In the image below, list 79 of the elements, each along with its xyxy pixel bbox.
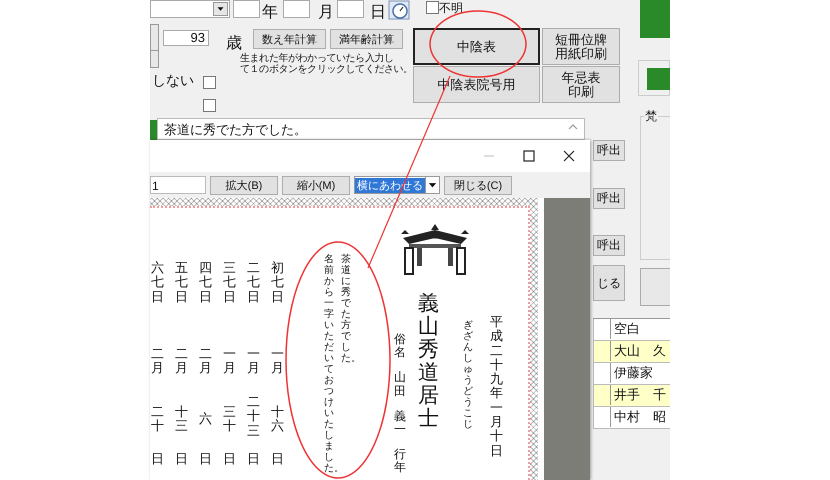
option-label: しない xyxy=(152,72,194,90)
side-button[interactable] xyxy=(150,50,159,68)
list-row[interactable]: 空白 xyxy=(593,319,670,341)
zoom-button[interactable]: 縮小(M) xyxy=(282,176,350,194)
date-field[interactable] xyxy=(283,0,310,18)
memorial-month-text: 二月 xyxy=(151,348,164,377)
print-button[interactable]: 短冊位牌 用紙印刷 xyxy=(542,28,620,65)
memorial-date-text: 六 xyxy=(199,413,212,428)
memorial-day-suffix: 日 xyxy=(271,453,284,468)
memorial-day-suffix: 日 xyxy=(223,453,236,468)
name-cell: 中村 昭 xyxy=(610,407,670,427)
reading-text: ぎざんしゅうどうこじ xyxy=(463,320,473,430)
name-cell: 伊藤家 xyxy=(610,363,670,383)
print-button[interactable]: 年忌表 印刷 xyxy=(542,66,620,103)
age-calc-button[interactable]: 数え年計算 xyxy=(253,29,326,49)
close-icon[interactable] xyxy=(563,150,575,162)
zoom-button[interactable]: 拡大(B) xyxy=(210,176,278,194)
call-button[interactable]: 呼出 xyxy=(593,140,625,161)
secular-name-text: 俗名 xyxy=(394,333,406,360)
date-field[interactable] xyxy=(233,0,260,18)
memorial-day-label: 二七日 xyxy=(247,262,260,305)
call-button[interactable]: 呼出 xyxy=(593,235,625,256)
memorial-day-label: 初七日 xyxy=(271,262,284,305)
list-row[interactable]: 大山 久 xyxy=(593,341,670,363)
memorial-day-suffix: 日 xyxy=(175,453,188,468)
option-checkbox[interactable] xyxy=(203,99,216,112)
secular-name-text: 義一 xyxy=(394,410,406,436)
age-field[interactable]: 93 xyxy=(163,30,209,46)
age-unit-label: 歳 xyxy=(226,34,242,52)
option-checkbox[interactable] xyxy=(203,76,216,89)
memorial-day-suffix: 日 xyxy=(199,453,212,468)
call-button[interactable]: 呼出 xyxy=(593,188,625,209)
print-button[interactable]: 中陰表 xyxy=(413,28,540,65)
call-button[interactable]: じる xyxy=(593,265,625,301)
memorial-date-text: 三十 xyxy=(223,406,236,435)
memorial-date-text: 二十三 xyxy=(247,396,260,439)
posthumous-name-text: 義山秀道居士 xyxy=(418,292,439,431)
list-row[interactable]: 伊藤家 xyxy=(593,363,670,385)
calendar-clock-icon[interactable] xyxy=(388,0,410,20)
secular-name-text: 行年 xyxy=(394,448,406,474)
memorial-month-text: 一月 xyxy=(223,348,236,377)
side-button[interactable] xyxy=(640,268,670,306)
date-unit-label: 月 xyxy=(318,3,334,23)
secular-name-text: 山田 xyxy=(394,371,406,398)
memorial-day-label: 六七日 xyxy=(151,262,164,305)
close-button[interactable]: 閉じる(C) xyxy=(444,176,512,194)
memorial-month-text: 二月 xyxy=(175,348,188,377)
memorial-date-text: 二十 xyxy=(151,406,164,435)
unknown-label: 不明 xyxy=(439,0,463,17)
age-hint-text: 生まれた年がわかっていたら入力し て１のボタンをクリックしてください。 xyxy=(240,53,413,75)
name-cell: 空白 xyxy=(610,319,670,339)
memorial-day-label: 三七日 xyxy=(223,262,236,305)
scroll-up-icon[interactable] xyxy=(568,124,578,130)
color-swatch xyxy=(647,68,670,90)
memorial-date-text: 十六 xyxy=(271,406,284,435)
memorial-day-suffix: 日 xyxy=(151,453,164,468)
side-button[interactable] xyxy=(150,24,159,52)
status-panel xyxy=(640,0,670,38)
dropdown-arrow-icon[interactable] xyxy=(425,177,439,193)
memorial-month-text: 一月 xyxy=(247,348,260,377)
age-calc-button[interactable]: 満年齢計算 xyxy=(330,29,403,49)
date-text: 平成二十九年一月十日 xyxy=(490,316,503,459)
memorial-day-label: 四七日 xyxy=(199,262,212,305)
maximize-icon[interactable] xyxy=(523,150,535,162)
date-unit-label: 年 xyxy=(262,3,278,23)
name-cell: 大山 久 xyxy=(610,341,670,361)
list-row[interactable]: 井手 千 xyxy=(593,385,670,407)
page-number-field[interactable]: 1 xyxy=(150,176,206,194)
memorial-month-text: 一月 xyxy=(271,348,284,377)
list-row[interactable]: 中村 昭 xyxy=(593,407,670,429)
memorial-date-text: 十三 xyxy=(175,406,188,435)
date-unit-label: 日 xyxy=(370,3,386,23)
name-cell: 井手 千 xyxy=(610,385,670,405)
memorial-day-suffix: 日 xyxy=(247,453,260,468)
memorial-day-label: 五七日 xyxy=(175,262,188,305)
memo-text-area[interactable]: 茶道に秀でた方でした。 xyxy=(157,118,585,140)
memorial-month-text: 二月 xyxy=(199,348,212,377)
unknown-checkbox[interactable] xyxy=(426,1,439,14)
date-field[interactable] xyxy=(337,0,364,18)
